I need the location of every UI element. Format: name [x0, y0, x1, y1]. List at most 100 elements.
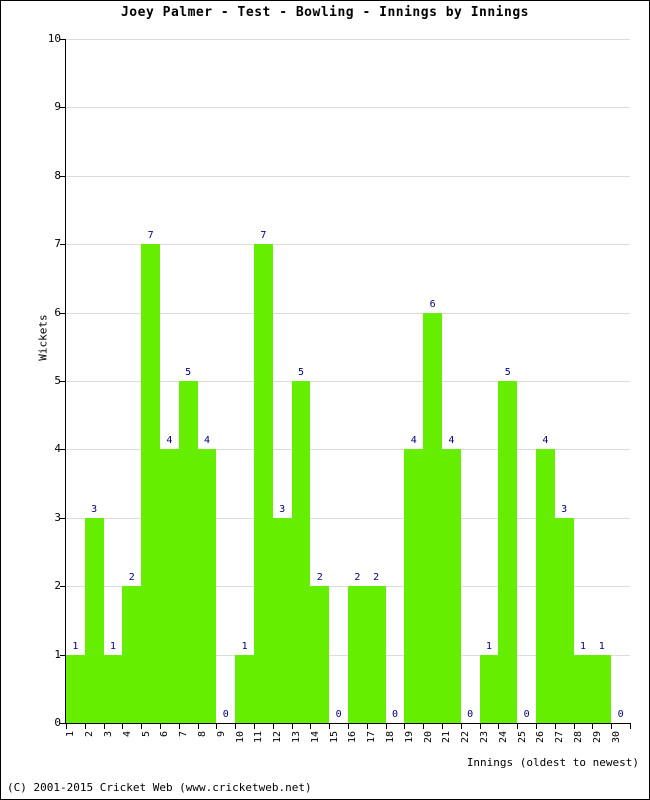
x-axis-tick	[122, 724, 124, 729]
x-axis-tick	[536, 724, 537, 729]
bar-value-label: 0	[335, 709, 342, 720]
x-axis-tick-label: 6	[159, 731, 171, 738]
x-axis-tick-label: 28	[573, 731, 584, 744]
bar	[442, 449, 461, 723]
y-axis-tick-label: 1	[54, 647, 61, 661]
x-axis-tick-label: 4	[121, 731, 133, 738]
bar-value-label: 2	[316, 572, 323, 584]
x-axis-tick	[329, 724, 331, 729]
bar-value-label: 3	[279, 503, 286, 515]
x-axis-tick	[272, 724, 274, 729]
bar-value-label: 0	[617, 709, 624, 720]
y-axis-tick-label: 0	[54, 716, 61, 729]
bar	[178, 381, 198, 723]
bar-value-label: 0	[523, 709, 530, 720]
x-axis-tick-label: 24	[497, 731, 509, 744]
x-axis-tick-label: 29	[591, 731, 603, 744]
x-axis-tick-label: 1	[65, 731, 77, 738]
chart-frame: Joey Palmer - Test - Bowling - Innings b…	[0, 0, 650, 800]
bar-value-label: 1	[485, 640, 493, 652]
x-axis-tick	[310, 724, 312, 729]
x-axis-tick-label: 13	[291, 731, 302, 744]
bar-value-label: 3	[561, 503, 568, 515]
bar	[348, 586, 367, 723]
x-axis-tick-label: 16	[347, 731, 359, 744]
bar	[479, 654, 499, 723]
x-axis-title: Innings (oldest to newest)	[466, 756, 639, 769]
bar	[554, 517, 574, 723]
x-axis-tick	[404, 724, 406, 729]
x-axis-tick	[235, 724, 237, 729]
x-axis-tick-label: 17	[366, 731, 378, 744]
bar-value-label: 0	[467, 709, 474, 720]
x-axis-tick	[66, 724, 67, 729]
x-axis-tick-label: 23	[479, 731, 490, 744]
x-axis-tick	[197, 724, 199, 729]
x-axis-tick	[554, 724, 556, 729]
bar-value-label: 2	[373, 572, 380, 584]
x-axis-tick-label: 10	[234, 731, 246, 744]
bar-value-label: 2	[354, 572, 361, 584]
y-axis-title: Wickets	[36, 314, 50, 361]
bar	[423, 312, 442, 723]
x-axis-tick	[348, 724, 349, 729]
x-axis-tick	[84, 724, 86, 729]
bar	[122, 586, 142, 723]
bar	[272, 517, 292, 723]
y-axis-tick-label: 3	[54, 510, 61, 524]
x-axis-tick-label: 26	[535, 731, 547, 744]
x-axis-tick	[573, 724, 575, 729]
bar	[310, 586, 330, 723]
bar	[366, 586, 386, 723]
x-axis-tick	[460, 724, 462, 729]
bar-value-label: 1	[72, 640, 79, 652]
bar-value-label: 5	[504, 367, 511, 378]
x-axis-tick	[254, 724, 255, 729]
x-axis-tick-label: 7	[178, 731, 190, 738]
bar-value-label: 1	[598, 640, 605, 652]
bar-value-label: 1	[579, 640, 587, 652]
x-axis-tick-label: 2	[84, 731, 96, 738]
x-axis-tick	[630, 724, 631, 729]
x-axis-tick-label: 5	[140, 731, 152, 738]
bar-value-label: 4	[410, 435, 417, 447]
x-axis-tick	[498, 724, 500, 729]
x-axis-tick	[103, 724, 105, 729]
bar	[291, 381, 311, 723]
x-axis-tick	[385, 724, 387, 729]
y-axis-tick-label: 7	[54, 237, 61, 251]
x-axis-tick-label: 11	[253, 731, 265, 744]
x-axis-tick-label: 15	[328, 731, 340, 744]
y-axis-tick-label: 10	[47, 32, 61, 45]
bar-value-label: 2	[128, 572, 135, 584]
x-axis-tick	[423, 724, 425, 729]
bar-value-label: 6	[429, 298, 436, 310]
gridline	[66, 107, 630, 109]
x-axis-tick-label: 19	[403, 731, 415, 744]
bar	[235, 654, 254, 723]
x-axis-tick-label: 21	[441, 731, 453, 744]
bar	[197, 449, 217, 723]
x-axis-tick-label: 30	[610, 731, 622, 744]
bar-value-label: 0	[222, 709, 229, 720]
x-axis-tick	[141, 724, 143, 729]
x-axis-tick-label: 18	[385, 731, 396, 744]
x-axis-tick-label: 20	[422, 731, 434, 744]
bar-value-label: 4	[542, 435, 549, 447]
x-axis-tick	[291, 724, 293, 729]
bar-value-label: 4	[203, 435, 211, 447]
x-axis-tick	[592, 724, 594, 729]
y-axis-tick-label: 9	[54, 100, 61, 114]
y-axis-tick-label: 6	[54, 305, 61, 319]
x-axis-tick	[611, 724, 613, 729]
x-axis-tick-label: 9	[215, 731, 227, 738]
x-axis-tick	[216, 724, 218, 729]
y-axis-tick-label: 8	[54, 168, 61, 182]
bar	[404, 449, 424, 723]
x-axis-tick	[160, 724, 161, 729]
x-axis-tick	[517, 724, 519, 729]
x-axis-tick-label: 8	[197, 731, 208, 738]
bar	[254, 244, 273, 723]
bar	[160, 449, 179, 723]
bar-value-label: 7	[147, 230, 154, 242]
